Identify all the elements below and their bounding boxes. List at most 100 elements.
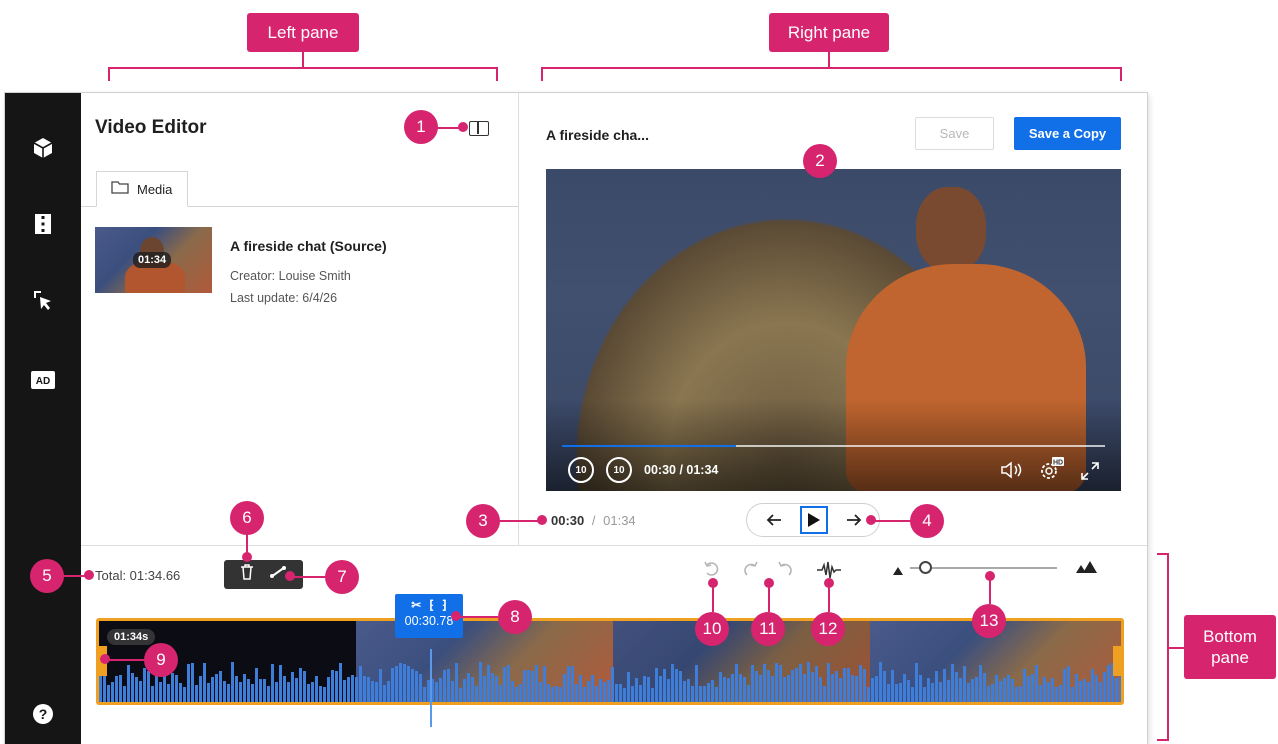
trim-handle-right[interactable] — [1113, 646, 1121, 676]
waveform-bar — [575, 684, 578, 702]
help-icon[interactable]: ? — [30, 701, 56, 727]
delete-icon[interactable] — [240, 564, 254, 585]
split-scissors-icon[interactable]: ✂ — [411, 598, 421, 612]
waveform-bar — [851, 674, 854, 702]
marker-8: 8 — [498, 600, 532, 634]
waveform-bar — [1095, 675, 1098, 702]
fullscreen-icon[interactable] — [1078, 459, 1102, 483]
waveform-bar — [195, 684, 198, 702]
volume-icon[interactable] — [999, 459, 1027, 481]
callout-line — [458, 616, 498, 618]
audio-description-icon[interactable]: AD — [30, 367, 56, 393]
next-frame-button[interactable] — [845, 511, 863, 534]
waveform-bar — [755, 670, 758, 702]
waveform-bar — [139, 680, 142, 702]
callout-dot — [824, 578, 834, 588]
callout-line — [712, 584, 714, 612]
waveform-bar — [1087, 681, 1090, 702]
split-panel-icon[interactable] — [469, 121, 489, 136]
previous-frame-button[interactable] — [765, 511, 783, 534]
waveform-bar — [315, 676, 318, 702]
waveform-bar — [347, 676, 350, 702]
zoom-out-icon[interactable] — [892, 563, 904, 581]
save-copy-button[interactable]: Save a Copy — [1014, 117, 1121, 150]
video-player[interactable]: 10 10 00:30 / 01:34 HD — [546, 169, 1121, 491]
rewind-10-icon[interactable]: 10 — [568, 457, 594, 483]
waveform-bar — [1059, 684, 1062, 702]
waveform-bar — [291, 672, 294, 702]
waveform-bar — [843, 668, 846, 702]
forward-10-icon[interactable]: 10 — [606, 457, 632, 483]
waveform-bar — [639, 685, 642, 702]
waveform-bar — [1031, 673, 1034, 702]
waveform-bar — [103, 673, 106, 702]
waveform-bar — [351, 675, 354, 702]
waveform-bar — [1071, 687, 1074, 702]
playhead-line[interactable] — [430, 649, 432, 727]
marker-12: 12 — [811, 612, 845, 646]
bottom-pane-bracket — [1157, 553, 1169, 741]
waveform-bar — [403, 663, 406, 702]
frame-step-controls — [746, 503, 880, 537]
waveform-bar — [127, 665, 130, 702]
waveform-bar — [979, 664, 982, 702]
waveform-bar — [611, 667, 614, 702]
zoom-slider[interactable] — [910, 561, 1057, 574]
waveform-bar — [451, 681, 454, 702]
waveform-bar — [923, 687, 926, 702]
waveform-bar — [519, 684, 522, 702]
waveform-bar — [419, 673, 422, 702]
media-thumbnail[interactable]: 01:34 — [95, 227, 212, 293]
waveform-bar — [887, 684, 890, 702]
callout-line — [290, 576, 328, 578]
trim-start-icon[interactable]: ⁅ — [429, 598, 434, 612]
undo-icon[interactable] — [776, 559, 796, 579]
film-strip-icon[interactable] — [30, 211, 56, 237]
play-button[interactable] — [800, 506, 828, 534]
waveform-bar — [1051, 677, 1054, 702]
waveform-bar — [899, 682, 902, 702]
waveform-bar — [879, 662, 882, 702]
cube-icon[interactable] — [30, 135, 56, 161]
save-button[interactable]: Save — [915, 117, 994, 150]
zoom-slider-knob[interactable] — [918, 561, 932, 574]
callout-dot — [84, 570, 94, 580]
waveform-bar — [299, 668, 302, 702]
tab-media[interactable]: Media — [96, 171, 188, 207]
media-title[interactable]: A fireside chat (Source) — [230, 238, 387, 254]
settings-hd-icon[interactable]: HD — [1038, 457, 1064, 483]
waveform-bar — [259, 678, 262, 702]
waveform-bar — [859, 665, 862, 702]
waveform-bar — [391, 668, 394, 702]
waveform-bar — [571, 666, 574, 702]
zoom-in-icon[interactable] — [1075, 560, 1097, 579]
folder-icon — [111, 180, 129, 199]
timeline-clip[interactable]: 01:34s — [96, 618, 1124, 705]
waveform-bar — [655, 668, 658, 702]
undo-all-icon[interactable] — [702, 559, 722, 579]
waveform-bar — [803, 673, 806, 702]
waveform-bar — [1019, 686, 1022, 702]
redo-icon[interactable] — [740, 559, 760, 579]
waveform-bar — [215, 673, 218, 702]
player-progress-track[interactable] — [562, 445, 1105, 447]
waveform-bar — [863, 669, 866, 702]
audio-waveform-icon[interactable] — [817, 561, 841, 579]
waveform-bar — [855, 676, 858, 702]
video-title: A fireside cha... — [546, 127, 649, 143]
cursor-select-icon[interactable] — [30, 287, 56, 313]
waveform-bar — [231, 662, 234, 702]
waveform-bar — [815, 666, 818, 702]
waveform-bar — [951, 664, 954, 702]
waveform-bar — [795, 667, 798, 702]
callout-line — [828, 52, 830, 68]
trim-end-icon[interactable]: ⁆ — [442, 598, 447, 612]
pane-divider-horizontal — [81, 545, 1147, 546]
waveform-bar — [555, 685, 558, 702]
waveform-bar — [999, 681, 1002, 702]
pane-divider-vertical — [518, 93, 519, 545]
marker-5: 5 — [30, 559, 64, 593]
waveform-bar — [399, 662, 402, 702]
waveform-bar — [891, 670, 894, 702]
waveform-bar — [1043, 677, 1046, 702]
